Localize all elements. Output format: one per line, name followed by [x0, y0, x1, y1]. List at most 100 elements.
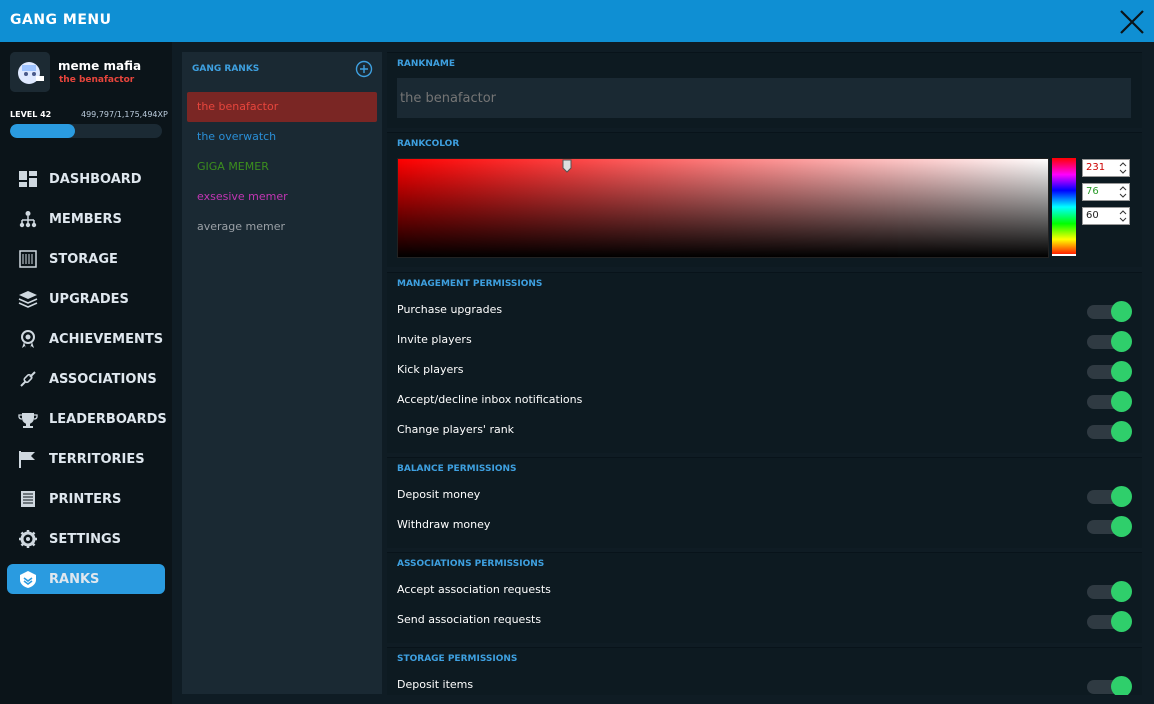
permission-toggle[interactable] [1087, 676, 1133, 695]
associations-permissions-section: ASSOCIATIONS PERMISSIONS Accept associat… [387, 552, 1142, 643]
level-label: LEVEL 42 [10, 110, 52, 119]
permission-label: Deposit items [397, 678, 474, 691]
sidebar-item-leaderboards[interactable]: LEADERBOARDS [7, 404, 167, 434]
xp-bar-fill [10, 124, 75, 138]
sidebar-item-dashboard[interactable]: DASHBOARD [7, 164, 165, 194]
permission-toggle[interactable] [1087, 486, 1133, 507]
toggle-knob [1111, 676, 1132, 695]
green-value: 76 [1086, 186, 1099, 197]
flag-icon [18, 450, 38, 468]
permission-label: Deposit money [397, 488, 481, 501]
sidebar-item-ranks[interactable]: RANKS [7, 564, 165, 594]
permission-row: Purchase upgrades [397, 295, 1132, 325]
permission-toggle[interactable] [1087, 361, 1133, 382]
gang-menu-window: GANG MENU meme mafia the benafactor LEVE… [0, 0, 1154, 704]
gang-ranks-panel: GANG RANKS the benafactor the overwatch GI… [182, 52, 382, 694]
green-input[interactable]: 76 [1082, 183, 1130, 201]
balance-permissions-section: BALANCE PERMISSIONS Deposit money Withdra… [387, 457, 1142, 548]
color-picker-area[interactable] [397, 158, 1049, 258]
gang-rank: the benafactor [59, 75, 135, 85]
rank-list: the benafactor the overwatch GIGA MEMER exs… [187, 92, 377, 242]
blue-value: 60 [1086, 210, 1099, 221]
picker-handle[interactable] [562, 159, 572, 173]
permission-label: Purchase upgrades [397, 303, 503, 316]
storage-permissions-title: STORAGE PERMISSIONS [397, 654, 518, 664]
permission-row: Invite players [397, 325, 1132, 355]
permission-row: Deposit money [397, 480, 1132, 510]
permission-row: Accept association requests [397, 575, 1132, 605]
management-permissions-title: MANAGEMENT PERMISSIONS [397, 279, 543, 289]
rank-list-item[interactable]: the benafactor [187, 92, 377, 122]
associations-icon [18, 370, 38, 388]
permission-row: Send association requests [397, 605, 1132, 635]
sidebar-item-label: PRINTERS [49, 492, 122, 507]
permission-toggle[interactable] [1087, 611, 1133, 632]
rank-list-item[interactable]: exsesive memer [187, 182, 377, 212]
permission-toggle[interactable] [1087, 391, 1133, 412]
sidebar-item-label: TERRITORIES [49, 452, 145, 467]
gear-icon [18, 530, 38, 548]
rankname-input[interactable] [397, 78, 1131, 118]
toggle-knob [1111, 391, 1132, 412]
balance-permissions-title: BALANCE PERMISSIONS [397, 464, 517, 474]
permission-row: Accept/decline inbox notifications [397, 385, 1132, 415]
sidebar-item-label: SETTINGS [49, 532, 122, 547]
sidebar-item-printers[interactable]: PRINTERS [7, 484, 165, 514]
toggle-knob [1111, 516, 1132, 537]
sidebar-item-label: UPGRADES [49, 292, 129, 307]
permission-row: Kick players [397, 355, 1132, 385]
green-spin-icon[interactable] [1119, 185, 1127, 199]
plus-circle-icon [355, 60, 373, 78]
toggle-knob [1111, 301, 1132, 322]
permission-row: Deposit items [397, 670, 1132, 695]
toggle-knob [1111, 331, 1132, 352]
associations-permissions-title: ASSOCIATIONS PERMISSIONS [397, 559, 545, 569]
sidebar-item-upgrades[interactable]: UPGRADES [7, 284, 165, 314]
sidebar-item-label: STORAGE [49, 252, 118, 267]
permission-label: Send association requests [397, 613, 542, 626]
red-spin-icon[interactable] [1119, 161, 1127, 175]
permission-toggle[interactable] [1087, 331, 1133, 352]
rankname-section: RANKNAME [387, 52, 1142, 128]
permission-toggle[interactable] [1087, 301, 1133, 322]
rank-list-item[interactable]: GIGA MEMER [187, 152, 377, 182]
sidebar-item-achievements[interactable]: ACHIEVEMENTS [7, 324, 165, 354]
members-icon [18, 210, 38, 228]
xp-text: 499,797/1,175,494XP [81, 110, 168, 119]
permission-toggle[interactable] [1087, 516, 1133, 537]
sidebar-item-label: ACHIEVEMENTS [49, 332, 164, 347]
sidebar-item-label: DASHBOARD [49, 172, 142, 187]
printer-icon [18, 490, 38, 508]
hue-slider[interactable] [1052, 158, 1076, 256]
sidebar-item-settings[interactable]: SETTINGS [7, 524, 165, 554]
toggle-knob [1111, 581, 1132, 602]
rankname-title: RANKNAME [397, 59, 456, 69]
blue-input[interactable]: 60 [1082, 207, 1130, 225]
blue-spin-icon[interactable] [1119, 209, 1127, 223]
rank-list-item[interactable]: the overwatch [187, 122, 377, 152]
permission-toggle[interactable] [1087, 581, 1133, 602]
close-icon [1120, 10, 1144, 34]
sidebar-item-associations[interactable]: ASSOCIATIONS [7, 364, 165, 394]
permission-label: Change players' rank [397, 423, 515, 436]
permission-label: Accept association requests [397, 583, 551, 596]
upgrades-icon [18, 290, 38, 308]
avatar [10, 52, 50, 92]
permission-row: Withdraw money [397, 510, 1132, 540]
gang-name: meme mafia [58, 59, 142, 73]
close-button[interactable] [1117, 7, 1147, 37]
red-input[interactable]: 231 [1082, 159, 1130, 177]
rank-list-item[interactable]: average memer [187, 212, 377, 242]
sidebar-item-territories[interactable]: TERRITORIES [7, 444, 165, 474]
sidebar-item-label: RANKS [49, 572, 100, 587]
permission-label: Invite players [397, 333, 472, 346]
sidebar: meme mafia the benafactor LEVEL 42 499,7… [0, 42, 172, 704]
red-value: 231 [1086, 162, 1106, 173]
hue-slider-marker[interactable] [1052, 254, 1076, 256]
gang-ranks-title: GANG RANKS [192, 64, 260, 74]
sidebar-item-members[interactable]: MEMBERS [7, 204, 165, 234]
sidebar-item-storage[interactable]: STORAGE [7, 244, 165, 274]
permission-toggle[interactable] [1087, 421, 1133, 442]
xp-bar [10, 124, 162, 138]
add-rank-button[interactable] [355, 60, 373, 78]
